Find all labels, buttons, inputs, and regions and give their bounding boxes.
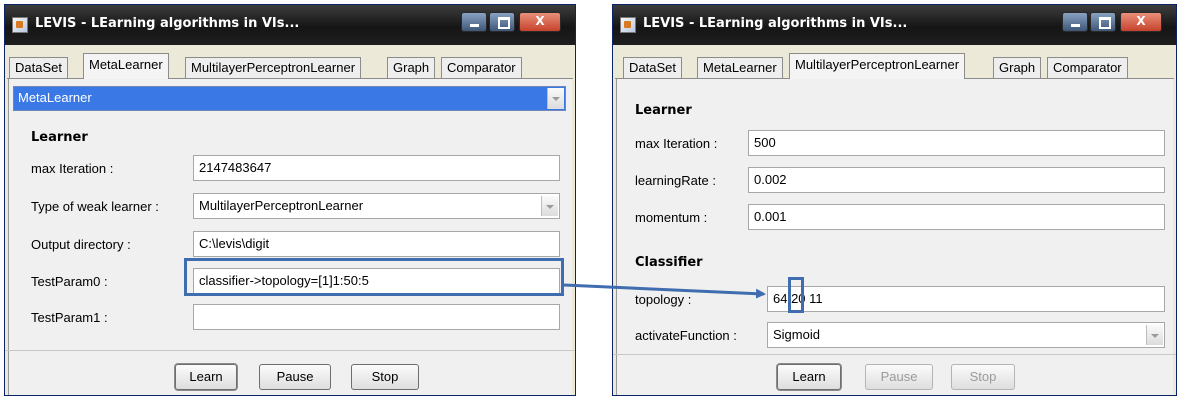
tab-comparator[interactable]: Comparator xyxy=(441,57,522,78)
tab-comparator[interactable]: Comparator xyxy=(1047,57,1128,78)
button-separator xyxy=(5,350,575,351)
momentum-field[interactable]: 0.001 xyxy=(748,204,1165,230)
topology-field[interactable]: 64 20 11 xyxy=(767,286,1165,312)
output-directory-label: Output directory : xyxy=(31,237,131,252)
right-window: LEVIS - LEarning algorithms in VIs... X … xyxy=(612,4,1177,396)
tab-metalearner[interactable]: MetaLearner xyxy=(697,57,783,78)
learner-select[interactable]: MetaLearner xyxy=(13,86,566,111)
app-icon xyxy=(12,17,28,33)
momentum-label: momentum : xyxy=(635,210,708,225)
max-iteration-field[interactable]: 2147483647 xyxy=(193,155,560,181)
max-iteration-field[interactable]: 500 xyxy=(748,130,1165,156)
close-icon: X xyxy=(1136,14,1146,28)
learner-select-value: MetaLearner xyxy=(18,90,92,105)
weak-learner-label: Type of weak learner : xyxy=(31,199,159,214)
tab-dataset[interactable]: DataSet xyxy=(623,57,682,78)
maximize-button[interactable] xyxy=(489,12,515,32)
left-window: LEVIS - LEarning algorithms in VIs... X … xyxy=(4,4,576,396)
close-button[interactable]: X xyxy=(519,12,561,32)
pause-button[interactable]: Pause xyxy=(865,364,933,390)
section-classifier: Classifier xyxy=(635,255,703,270)
activate-function-value: Sigmoid xyxy=(773,327,820,342)
tab-metalearner[interactable]: MetaLearner xyxy=(83,53,169,79)
max-iteration-label: max Iteration : xyxy=(31,161,114,176)
weak-learner-value: MultilayerPerceptronLearner xyxy=(199,198,364,213)
app-icon xyxy=(620,17,636,33)
chevron-down-icon[interactable] xyxy=(1146,325,1163,345)
chevron-down-icon[interactable] xyxy=(541,196,558,216)
tab-graph[interactable]: Graph xyxy=(387,57,436,78)
activate-function-select[interactable]: Sigmoid xyxy=(767,322,1165,348)
section-learner: Learner xyxy=(635,103,692,118)
learn-button[interactable]: Learn xyxy=(175,364,237,390)
close-button[interactable]: X xyxy=(1120,12,1162,32)
stop-button[interactable]: Stop xyxy=(351,364,419,390)
title-bar[interactable]: LEVIS - LEarning algorithms in VIs... X xyxy=(5,5,575,45)
maximize-button[interactable] xyxy=(1090,12,1116,32)
tab-multilayerperceptronlearner[interactable]: MultilayerPerceptronLearner xyxy=(789,53,966,79)
title-bar[interactable]: LEVIS - LEarning algorithms in VIs... X xyxy=(613,5,1176,45)
test-param0-field[interactable]: classifier->topology=[1]1:50:5 xyxy=(193,268,560,294)
test-param0-label: TestParam0 : xyxy=(31,274,108,289)
max-iteration-label: max Iteration : xyxy=(635,136,718,151)
stop-button[interactable]: Stop xyxy=(951,364,1015,390)
test-param1-field[interactable] xyxy=(193,304,560,330)
learn-button[interactable]: Learn xyxy=(777,364,841,390)
topology-label: topology : xyxy=(635,292,692,307)
tab-bar: DataSet MetaLearner MultilayerPerceptron… xyxy=(613,53,1176,79)
test-param1-label: TestParam1 : xyxy=(31,310,108,325)
output-directory-field[interactable]: C:\levis\digit xyxy=(193,231,560,257)
pause-button[interactable]: Pause xyxy=(259,364,331,390)
weak-learner-select[interactable]: MultilayerPerceptronLearner xyxy=(193,193,560,219)
tab-multilayerperceptronlearner[interactable]: MultilayerPerceptronLearner xyxy=(185,57,362,78)
tab-graph[interactable]: Graph xyxy=(993,57,1042,78)
activate-function-label: activateFunction : xyxy=(635,328,737,343)
window-title: LEVIS - LEarning algorithms in VIs... xyxy=(643,16,908,31)
chevron-down-icon[interactable] xyxy=(547,88,564,109)
window-title: LEVIS - LEarning algorithms in VIs... xyxy=(35,16,300,31)
learning-rate-label: learningRate : xyxy=(635,173,716,188)
minimize-button[interactable] xyxy=(1062,12,1088,32)
button-separator xyxy=(613,354,1176,355)
minimize-button[interactable] xyxy=(461,12,487,32)
close-icon: X xyxy=(535,14,545,28)
tab-dataset[interactable]: DataSet xyxy=(9,57,68,78)
section-learner: Learner xyxy=(31,130,88,145)
tab-bar: DataSet MetaLearner MultilayerPerceptron… xyxy=(5,53,575,79)
learning-rate-field[interactable]: 0.002 xyxy=(748,167,1165,193)
